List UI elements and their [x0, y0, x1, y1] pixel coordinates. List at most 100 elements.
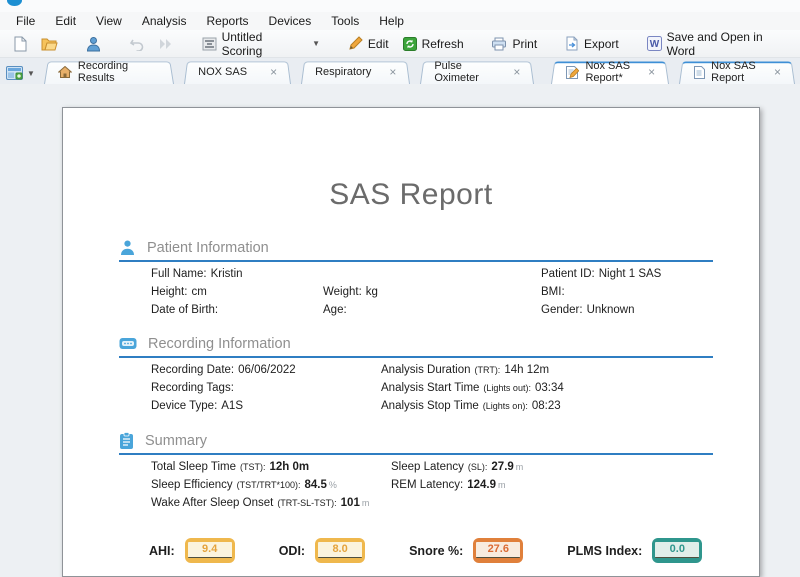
- tab-label: Respiratory: [315, 66, 371, 78]
- clipboard-section-icon: [119, 432, 134, 450]
- print-button[interactable]: Print: [484, 34, 544, 54]
- tab-strip: ▼ Recording Results NOX SAS × Respirator…: [0, 58, 800, 84]
- section-heading: Summary: [145, 433, 207, 449]
- metric-plms-index: PLMS Index: 0.0: [567, 538, 702, 563]
- field-analysis-stop-time: Analysis Stop Time(Lights on):08:23: [381, 400, 713, 412]
- tab-label: NOX SAS: [198, 66, 247, 78]
- metric-badge-odi: 8.0: [315, 538, 365, 563]
- tab-label: Nox SAS Report: [711, 60, 756, 84]
- scoring-icon: [202, 37, 217, 51]
- menu-file[interactable]: File: [6, 13, 45, 29]
- field-bmi: BMI:: [541, 286, 713, 298]
- metric-ahi: AHI: 9.4: [149, 538, 235, 563]
- export-icon: [565, 36, 579, 51]
- tab-nox-sas[interactable]: NOX SAS ×: [184, 60, 291, 84]
- chevron-down-icon: ▼: [27, 69, 35, 78]
- metric-label: ODI:: [279, 544, 305, 558]
- tab-respiratory[interactable]: Respiratory ×: [301, 60, 410, 84]
- refresh-icon: [403, 37, 417, 51]
- patient-button[interactable]: [79, 33, 108, 55]
- metric-badge-snore: 27.6: [473, 538, 523, 563]
- document-area: SAS Report Patient Information Full Name…: [0, 84, 800, 563]
- patient-icon: [86, 36, 101, 52]
- edit-button[interactable]: Edit: [341, 33, 396, 54]
- metric-label: PLMS Index:: [567, 544, 642, 558]
- field-patient-id: Patient ID:Night 1 SAS: [541, 268, 713, 280]
- word-icon: W: [647, 36, 662, 51]
- svg-text:W: W: [649, 39, 659, 50]
- metric-snore: Snore %: 27.6: [409, 538, 523, 563]
- chevron-down-icon: ▼: [312, 39, 320, 48]
- tab-recording-results[interactable]: Recording Results: [44, 60, 174, 84]
- new-document-icon: [13, 36, 27, 52]
- app-logo-icon: [7, 0, 22, 6]
- tab-label: Nox SAS Report*: [585, 60, 630, 84]
- section-heading: Recording Information: [148, 336, 291, 352]
- report-edited-icon: [565, 66, 579, 79]
- undo-button[interactable]: [122, 34, 151, 54]
- tab-label: Pulse Oximeter: [434, 60, 495, 84]
- field-sleep-latency: Sleep Latency(SL):27.9m: [391, 461, 713, 473]
- field-height: Height:cm: [151, 286, 323, 298]
- printer-icon: [491, 37, 507, 51]
- redo-button[interactable]: [151, 35, 181, 53]
- field-weight: Weight:kg: [323, 286, 541, 298]
- tab-nox-sas-report-edited[interactable]: Nox SAS Report* ×: [551, 60, 669, 84]
- metrics-row: AHI: 9.4 ODI: 8.0 Snore %: 27.6 PLMS Ind…: [149, 538, 759, 563]
- section-rule: [119, 356, 713, 358]
- save-open-word-label: Save and Open in Word: [667, 30, 793, 58]
- menu-tools[interactable]: Tools: [321, 13, 369, 29]
- field-rem-latency: REM Latency:124.9m: [391, 479, 713, 491]
- section-heading: Patient Information: [147, 240, 269, 256]
- report-page: SAS Report Patient Information Full Name…: [62, 107, 760, 577]
- scoring-label: Untitled Scoring: [222, 30, 306, 58]
- section-recording-information: Recording Information Recording Date:06/…: [119, 333, 713, 415]
- metric-label: Snore %:: [409, 544, 463, 558]
- new-document-button[interactable]: [6, 33, 34, 55]
- metric-label: AHI:: [149, 544, 175, 558]
- patient-section-icon: [119, 239, 136, 256]
- menu-view[interactable]: View: [86, 13, 132, 29]
- metric-value: 27.6: [476, 542, 520, 558]
- menu-edit[interactable]: Edit: [45, 13, 86, 29]
- menu-analysis[interactable]: Analysis: [132, 13, 197, 29]
- metric-value: 8.0: [318, 542, 362, 558]
- report-icon: [693, 66, 705, 79]
- refresh-button[interactable]: Refresh: [396, 34, 471, 54]
- home-icon: [58, 66, 72, 78]
- close-icon[interactable]: ×: [648, 67, 655, 77]
- toolbar: Untitled Scoring ▼ Edit Refresh Print Ex…: [0, 30, 800, 58]
- redo-icon: [158, 38, 174, 50]
- field-full-name: Full Name:Kristin: [151, 268, 323, 280]
- pencil-icon: [348, 36, 363, 51]
- close-icon[interactable]: ×: [513, 67, 520, 77]
- open-button[interactable]: [34, 34, 65, 54]
- layout-icon: [6, 66, 23, 80]
- field-date-of-birth: Date of Birth:: [151, 304, 323, 316]
- close-icon[interactable]: ×: [270, 67, 277, 77]
- metric-odi: ODI: 8.0: [279, 538, 365, 563]
- section-rule: [119, 453, 713, 455]
- workspace-layout-button[interactable]: ▼: [0, 66, 39, 84]
- tab-nox-sas-report[interactable]: Nox SAS Report ×: [679, 60, 795, 84]
- close-icon[interactable]: ×: [389, 67, 396, 77]
- export-label: Export: [584, 37, 619, 51]
- section-summary: Summary Total Sleep Time(TST):12h 0m Sle…: [119, 430, 713, 512]
- report-title: SAS Report: [63, 178, 759, 212]
- scoring-selector[interactable]: Untitled Scoring ▼: [195, 27, 327, 61]
- print-label: Print: [512, 37, 537, 51]
- metric-value: 0.0: [655, 542, 699, 558]
- field-total-sleep-time: Total Sleep Time(TST):12h 0m: [151, 461, 391, 473]
- close-icon[interactable]: ×: [774, 67, 781, 77]
- export-button[interactable]: Export: [558, 33, 626, 54]
- tab-pulse-oximeter[interactable]: Pulse Oximeter ×: [420, 60, 534, 84]
- field-device-type: Device Type:A1S: [151, 400, 381, 412]
- recorder-section-icon: [119, 336, 137, 351]
- field-analysis-duration: Analysis Duration(TRT):14h 12m: [381, 364, 713, 376]
- menu-help[interactable]: Help: [369, 13, 414, 29]
- field-analysis-start-time: Analysis Start Time(Lights out):03:34: [381, 382, 713, 394]
- metric-badge-plms: 0.0: [652, 538, 702, 563]
- tab-label: Recording Results: [78, 60, 160, 84]
- title-bar: [0, 0, 800, 12]
- save-open-word-button[interactable]: W Save and Open in Word: [640, 27, 800, 61]
